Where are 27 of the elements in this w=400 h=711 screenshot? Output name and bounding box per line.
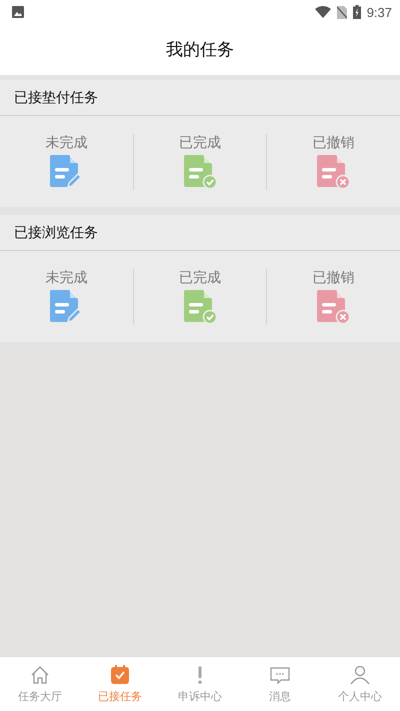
image-icon	[12, 6, 24, 18]
task-status-item[interactable]: 已撤销	[266, 134, 400, 190]
task-status-item[interactable]: 已撤销	[266, 268, 400, 324]
task-status-item[interactable]: 未完成	[0, 134, 133, 190]
page-title: 我的任务	[166, 39, 234, 61]
task-status-item[interactable]: 已完成	[132, 268, 266, 324]
checkbox-icon	[109, 664, 131, 686]
status-time: 9:37	[366, 4, 392, 20]
task-status-item[interactable]: 已完成	[132, 134, 266, 190]
wifi-icon	[314, 6, 331, 18]
task-status-item[interactable]: 未完成	[0, 268, 133, 324]
tab-item[interactable]: 消息	[240, 657, 320, 711]
person-icon	[349, 664, 371, 686]
tab-item[interactable]: 任务大厅	[0, 657, 80, 711]
document-check-icon	[182, 154, 218, 190]
tab-item[interactable]: 个人中心	[320, 657, 400, 711]
section-title: 已接垫付任务	[0, 80, 400, 116]
battery-icon	[352, 5, 361, 19]
section-title: 已接浏览任务	[0, 215, 400, 251]
home-icon	[29, 664, 51, 686]
no-sim-icon	[336, 6, 347, 18]
document-check-icon	[182, 288, 218, 324]
tab-item[interactable]: 已接任务	[80, 657, 160, 711]
tab-item[interactable]: 申诉中心	[160, 657, 240, 711]
document-cross-icon	[316, 154, 352, 190]
document-cross-icon	[316, 288, 352, 324]
exclamation-icon	[198, 666, 202, 684]
